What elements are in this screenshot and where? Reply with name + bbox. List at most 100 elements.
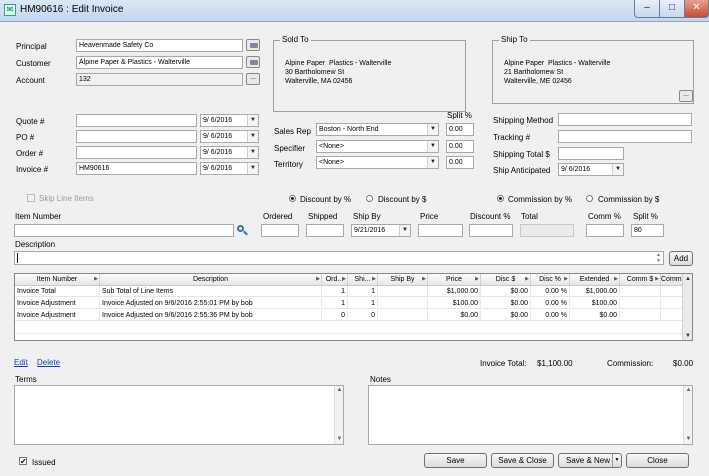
save-new-button[interactable]: Save & New ▼ — [558, 453, 622, 468]
table-cell: 1 — [322, 286, 348, 297]
quote-date-picker[interactable]: 9/ 6/2016 ▼ — [200, 114, 259, 127]
edit-link[interactable]: Edit — [14, 358, 28, 367]
shipping-total-field[interactable] — [558, 147, 624, 160]
terms-textarea[interactable]: ▲ ▼ — [14, 385, 344, 445]
search-icon[interactable] — [235, 224, 249, 237]
close-window-button[interactable]: ✕ — [684, 0, 709, 18]
principal-field[interactable]: Heavenmade Safety Co — [76, 39, 243, 52]
grid-header-3[interactable]: Shi... ▶ — [348, 274, 378, 286]
description-spin-icon[interactable]: ▲ ▼ — [654, 252, 663, 264]
account-ellipsis-button[interactable]: ... — [246, 73, 260, 85]
notes-label: Notes — [370, 375, 391, 384]
sort-icon: ▶ — [372, 276, 376, 282]
line-items-grid[interactable]: Item Number ▶ Description ▶ Ord... ▶ Shi... ▶ Sh… — [14, 273, 693, 341]
add-button[interactable]: Add — [669, 251, 693, 266]
scroll-up-icon[interactable]: ▲ — [683, 274, 692, 284]
window-title: HM90616 : Edit Invoice — [20, 4, 124, 15]
grid-header-4[interactable]: Ship By ▶ — [378, 274, 428, 286]
ship-by-value: 9/21/2016 — [354, 227, 386, 234]
ship-to-line3: Walterville, ME 02456 — [504, 78, 572, 85]
issued-checkbox[interactable]: ✔ — [19, 457, 27, 466]
grid-header-5[interactable]: Price ▶ — [428, 274, 481, 286]
save-button[interactable]: Save — [424, 453, 487, 468]
scroll-down-icon[interactable]: ▼ — [335, 435, 344, 444]
discount-pct-label: Discount by % — [300, 195, 352, 204]
notes-scrollbar[interactable]: ▲ ▼ — [683, 386, 692, 444]
grid-header-0[interactable]: Item Number ▶ — [15, 274, 100, 286]
skip-line-items-label: Skip Line Items — [39, 194, 94, 203]
shipping-method-field[interactable] — [558, 113, 692, 126]
ship-by-picker[interactable]: 9/21/2016 ▼ — [351, 224, 411, 237]
table-cell: 0.00 % — [531, 298, 570, 309]
po-date-picker[interactable]: 9/ 6/2016 ▼ — [200, 130, 259, 143]
sort-icon: ▶ — [422, 276, 426, 282]
discount-field[interactable] — [469, 224, 513, 237]
table-cell: Invoice Adjusted on 9/6/2016 2:55:36 PM … — [100, 310, 322, 321]
tracking-field[interactable] — [558, 130, 692, 143]
line-split-field[interactable]: 80 — [631, 224, 664, 237]
ship-anticipated-label: Ship Anticipated — [493, 166, 551, 175]
sales-rep-split-field[interactable]: 0.00 — [446, 123, 474, 136]
quote-date-value: 9/ 6/2016 — [203, 117, 233, 124]
discount-pct-radio[interactable] — [289, 195, 296, 202]
grid-header-6[interactable]: Disc $ ▶ — [481, 274, 531, 286]
delete-link[interactable]: Delete — [37, 358, 60, 367]
specifier-select[interactable]: <None> ▼ — [316, 140, 439, 153]
sales-rep-select[interactable]: Boston - North End ▼ — [316, 123, 439, 136]
title-bar[interactable]: ✉ HM90616 : Edit Invoice – □ ✕ — [0, 0, 709, 22]
invoice-date-picker[interactable]: 9/ 6/2016 ▼ — [200, 162, 259, 175]
scroll-up-icon[interactable]: ▲ — [335, 386, 344, 395]
ship-anticipated-picker[interactable]: 9/ 6/2016 ▼ — [558, 163, 624, 176]
app-icon: ✉ — [4, 4, 16, 16]
table-row[interactable]: Invoice Total Sub Total of Line Items 1 1 $1… — [15, 286, 683, 298]
specifier-split-field[interactable]: 0.00 — [446, 140, 474, 153]
notes-textarea[interactable]: ▲ ▼ — [368, 385, 693, 445]
ship-to-title: Ship To — [499, 35, 530, 44]
minimize-button[interactable]: – — [634, 0, 660, 18]
folder-icon — [250, 60, 258, 65]
skip-line-items-checkbox[interactable] — [27, 194, 35, 202]
ordered-field[interactable] — [261, 224, 299, 237]
scroll-down-icon[interactable]: ▼ — [684, 435, 693, 444]
commission-pct-radio[interactable] — [497, 195, 504, 202]
maximize-button[interactable]: □ — [659, 0, 685, 18]
close-button[interactable]: Close — [626, 453, 689, 468]
territory-select[interactable]: <None> ▼ — [316, 156, 439, 169]
table-row[interactable]: Invoice Adjustment Invoice Adjusted on 9/… — [15, 298, 683, 310]
grid-header-9[interactable]: Comm $ ▶ — [620, 274, 661, 286]
table-row[interactable]: Invoice Adjustment Invoice Adjusted on 9/… — [15, 310, 683, 322]
chevron-down-icon: ▼ — [247, 131, 258, 142]
discount-amt-radio[interactable] — [366, 195, 373, 202]
grid-scrollbar[interactable]: ▲ ▼ — [682, 274, 692, 340]
po-field[interactable] — [76, 130, 197, 143]
grid-header-8[interactable]: Extended ▶ — [570, 274, 620, 286]
table-cell — [661, 310, 683, 321]
scroll-down-icon[interactable]: ▼ — [683, 331, 692, 340]
price-field[interactable] — [418, 224, 463, 237]
order-date-picker[interactable]: 9/ 6/2016 ▼ — [200, 146, 259, 159]
chevron-down-icon[interactable]: ▼ — [612, 454, 621, 467]
customer-lookup-button[interactable] — [246, 56, 260, 68]
terms-scrollbar[interactable]: ▲ ▼ — [334, 386, 343, 444]
grid-header-7[interactable]: Disc % ▶ — [531, 274, 570, 286]
grid-header-10[interactable]: Comm % — [661, 274, 683, 286]
invoice-date-value: 9/ 6/2016 — [203, 165, 233, 172]
customer-field[interactable]: Alpine Paper & Plastics - Walterville — [76, 56, 243, 69]
commission-amt-radio[interactable] — [586, 195, 593, 202]
grid-header-1[interactable]: Description ▶ — [100, 274, 322, 286]
comm-pct-field[interactable] — [586, 224, 624, 237]
description-field[interactable] — [14, 251, 664, 265]
invoice-field[interactable]: HM90616 — [76, 162, 197, 175]
principal-lookup-button[interactable] — [246, 39, 260, 51]
scroll-up-icon[interactable]: ▲ — [684, 386, 693, 395]
grid-header-2[interactable]: Ord... ▶ — [322, 274, 348, 286]
grid-header-label: Description — [192, 276, 228, 283]
terms-label: Terms — [15, 375, 37, 384]
shipped-field[interactable] — [306, 224, 344, 237]
ship-to-ellipsis-button[interactable]: ... — [679, 90, 693, 102]
save-close-button[interactable]: Save & Close — [491, 453, 554, 468]
quote-field[interactable] — [76, 114, 197, 127]
item-number-field[interactable] — [14, 224, 234, 237]
territory-split-field[interactable]: 0.00 — [446, 156, 474, 169]
order-field[interactable] — [76, 146, 197, 159]
